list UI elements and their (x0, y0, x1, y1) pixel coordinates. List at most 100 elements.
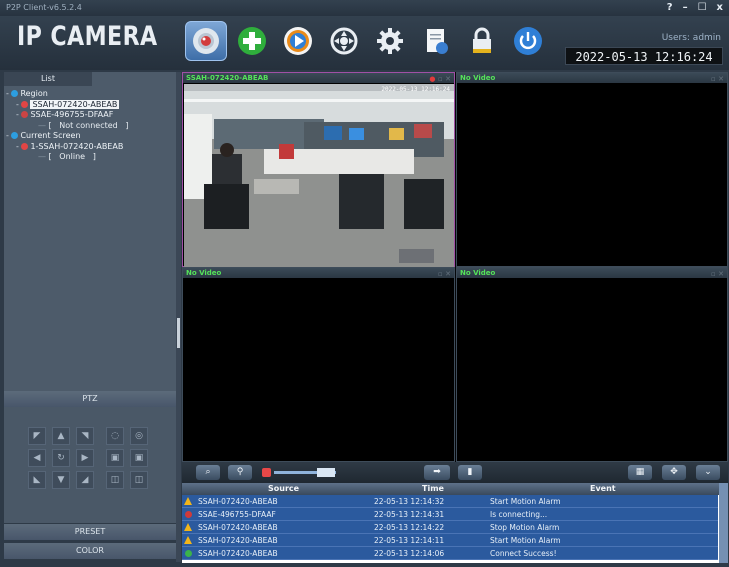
table-row[interactable]: SSAH-072420-ABEAB 22-05-13 12:14:06 Connec… (182, 547, 718, 560)
ptz-left-button[interactable]: ◀ (28, 449, 46, 467)
pane-record-icon[interactable]: ● ▫ ✕ (429, 74, 451, 84)
fullscreen-button[interactable]: ✥ (662, 465, 686, 480)
no-video-label: No Video (460, 269, 496, 277)
table-row[interactable]: SSAE-496755-DFAAF 22-05-13 12:14:31 Is con… (182, 508, 718, 521)
tree-node-region[interactable]: - Region (6, 89, 129, 100)
ptz-up-button[interactable]: ▲ (52, 427, 70, 445)
grid-icon: ▦ (635, 467, 645, 477)
snapshot-button[interactable]: ➡ (424, 465, 450, 480)
iris-close-button[interactable]: ◫ (106, 471, 124, 489)
arrow-right-icon: ➡ (433, 467, 441, 477)
office-scene-image (184, 84, 454, 267)
splitter-grip[interactable] (177, 318, 180, 348)
collapse-button[interactable]: ⌄ (696, 465, 720, 480)
focus-near-button[interactable]: ▣ (106, 449, 124, 467)
ptz-down-button[interactable]: ▼ (52, 471, 70, 489)
ptz-auto-button[interactable]: ↻ (52, 449, 70, 467)
header: IP CAMERA Users: admin 2022-05-13 12:16:… (0, 16, 729, 70)
ptz-down-right-button[interactable]: ◢ (76, 471, 94, 489)
document-icon (427, 29, 448, 54)
video-pane-4[interactable]: No Video ▫ ✕ (456, 267, 728, 462)
panel-splitter[interactable] (176, 72, 181, 562)
table-header: Source Time Event (182, 483, 728, 495)
ptz-down-left-button[interactable]: ◣ (28, 471, 46, 489)
cell-source: SSAH-072420-ABEAB (198, 523, 278, 532)
help-button[interactable]: ? (667, 0, 673, 16)
settings-button[interactable] (369, 21, 411, 61)
speaker-icon[interactable] (262, 468, 271, 477)
play-icon (284, 27, 312, 55)
iris-open-button[interactable]: ◫ (130, 471, 148, 489)
record-button[interactable]: ▮ (458, 465, 482, 480)
color-header[interactable]: COLOR (4, 543, 176, 559)
pane-controls-icon[interactable]: ▫ ✕ (711, 269, 724, 279)
globe-icon (11, 90, 19, 97)
ptz-direction-pad: ◤ ▲ ◥ ◀ ↻ ▶ ◣ ▼ ◢ (28, 427, 96, 489)
plus-icon (238, 27, 266, 55)
lock-button[interactable] (461, 21, 503, 61)
volume-slider-thumb[interactable] (317, 468, 335, 477)
pane-title-bar: No Video ▫ ✕ (183, 268, 454, 278)
camera-online-icon (21, 100, 29, 108)
cell-time: 22-05-13 12:14:06 (374, 549, 445, 558)
zoom-out-button[interactable]: ◌ (106, 427, 124, 445)
camera-icon (193, 28, 219, 54)
window-title: P2P Client-v6.5.2.4 (6, 3, 82, 12)
device-tree: - Region - SSAH-072420-ABEAB - SSAE-4967… (6, 89, 129, 163)
cell-time: 22-05-13 12:14:31 (374, 510, 445, 519)
device-list-panel: List - Region - SSAH-072420-ABEAB - SSAE… (4, 72, 176, 392)
ptz-right-button[interactable]: ▶ (76, 449, 94, 467)
warning-icon (184, 497, 192, 505)
tree-status-not-connected: — [ Not connected ] (38, 120, 129, 130)
table-scrollbar[interactable] (719, 483, 728, 563)
exit-button[interactable] (507, 21, 549, 61)
table-row[interactable]: SSAH-072420-ABEAB 22-05-13 12:14:11 Start … (182, 534, 718, 547)
pane-controls-icon[interactable]: ▫ ✕ (438, 269, 451, 279)
column-event[interactable]: Event (590, 484, 616, 493)
brand-logo: IP CAMERA (17, 21, 158, 52)
search-button[interactable]: ⌕ (196, 465, 220, 480)
zoom-in-button[interactable]: ◎ (130, 427, 148, 445)
layout-grid-button[interactable]: ▦ (628, 465, 652, 480)
log-button[interactable] (415, 21, 457, 61)
tree-node-current-screen[interactable]: - Current Screen (6, 131, 129, 142)
cell-time: 22-05-13 12:14:11 (374, 536, 445, 545)
playback-button[interactable] (277, 21, 319, 61)
warning-icon (184, 536, 192, 544)
column-time[interactable]: Time (422, 484, 444, 493)
video-pane-2[interactable]: No Video ▫ ✕ (456, 72, 728, 267)
live-view-button[interactable] (185, 21, 227, 61)
cell-event: Start Motion Alarm (490, 497, 561, 506)
cell-event: Stop Motion Alarm (490, 523, 560, 532)
talk-button[interactable]: ⚲ (228, 465, 252, 480)
tab-list[interactable]: List (4, 72, 92, 86)
table-row[interactable]: SSAH-072420-ABEAB 22-05-13 12:14:22 Stop M… (182, 521, 718, 534)
close-button[interactable]: x (717, 0, 723, 16)
focus-far-button[interactable]: ▣ (130, 449, 148, 467)
table-row[interactable]: SSAH-072420-ABEAB 22-05-13 12:14:32 Start … (182, 495, 718, 508)
warning-icon (184, 523, 192, 531)
preset-header[interactable]: PRESET (4, 524, 176, 540)
ptz-header[interactable]: PTZ (4, 391, 176, 407)
tree-node-camera-1[interactable]: - SSAH-072420-ABEAB (6, 99, 129, 111)
power-icon (514, 27, 542, 55)
event-log-table: Source Time Event SSAH-072420-ABEAB 22-05… (182, 483, 728, 563)
maximize-button[interactable]: ☐ (698, 0, 707, 16)
ptz-button[interactable] (323, 21, 365, 61)
tree-node-camera-2[interactable]: - SSAE-496755-DFAAF (6, 110, 129, 121)
video-pane-1[interactable]: SSAH-072420-ABEAB ● ▫ ✕ 2022-05-13 12:16… (182, 72, 455, 267)
column-source[interactable]: Source (268, 484, 299, 493)
pane-controls-icon[interactable]: ▫ ✕ (711, 74, 724, 84)
cell-source: SSAH-072420-ABEAB (198, 549, 278, 558)
minimize-button[interactable]: – (683, 0, 688, 16)
ptz-up-right-button[interactable]: ◥ (76, 427, 94, 445)
cell-event: Is connecting... (490, 510, 548, 519)
pane-title-bar: No Video ▫ ✕ (457, 268, 727, 278)
video-pane-3[interactable]: No Video ▫ ✕ (182, 267, 455, 462)
tree-node-screen-camera[interactable]: - 1-SSAH-072420-ABEAB (6, 142, 129, 153)
ptz-lens-controls: ◌ ◎ ▣ ▣ ◫ ◫ (106, 427, 150, 489)
ptz-up-left-button[interactable]: ◤ (28, 427, 46, 445)
user-label: Users: admin (661, 33, 721, 43)
cell-source: SSAH-072420-ABEAB (198, 536, 278, 545)
add-device-button[interactable] (231, 21, 273, 61)
